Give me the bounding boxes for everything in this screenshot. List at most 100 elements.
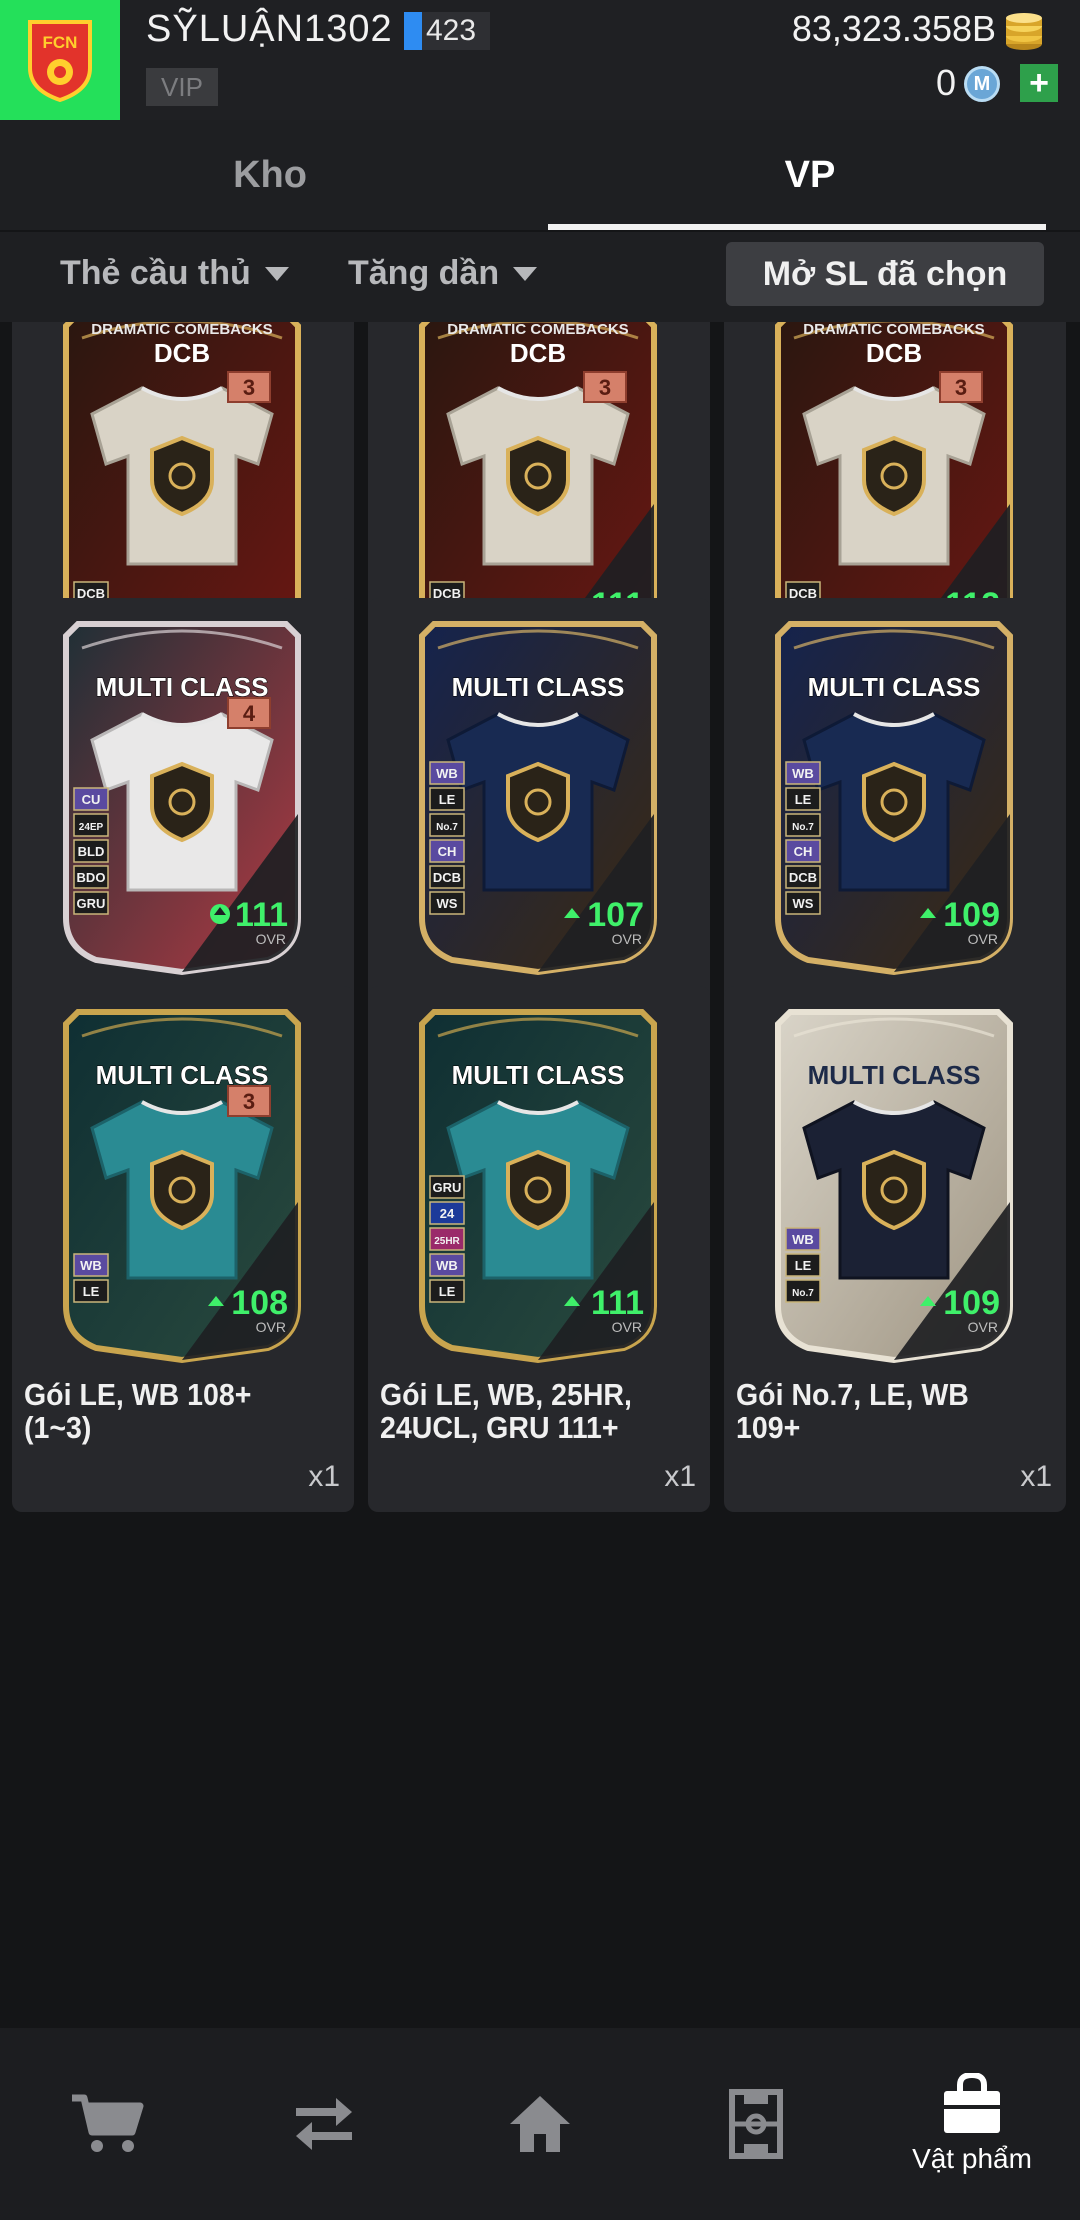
nav-shop[interactable]: [0, 2028, 216, 2220]
position-label: No.7: [436, 822, 458, 833]
nav-items-label: Vật phẩm: [912, 2143, 1032, 2174]
position-label: WB: [792, 766, 814, 781]
card-image: MULTI CLASS WB LE No.7 CH DCB WS 107 OVR: [416, 618, 660, 976]
card-title: MULTI CLASS: [808, 672, 981, 702]
ovr-label: OVR: [256, 1319, 286, 1335]
top-bar: FCN SỸLUẬN1302 423 VIP 83,323.358B 0 M +: [0, 0, 1080, 120]
add-currency-button[interactable]: +: [1020, 64, 1058, 102]
ovr-label: OVR: [612, 931, 642, 947]
position-label: WS: [437, 896, 458, 911]
grade-value: 4: [243, 701, 256, 726]
tab-vp[interactable]: VP: [540, 120, 1080, 230]
position-label: 24: [440, 1206, 455, 1221]
player-card: MULTI CLASS WB LE No.7 109OVR: [775, 1009, 1013, 1364]
club-logo[interactable]: FCN: [0, 0, 120, 120]
filter-bar: Thẻ cầu thủ Tăng dần Mở SL đã chọn: [0, 232, 1080, 322]
position-label: CH: [794, 844, 813, 859]
level-value: 423: [426, 14, 477, 47]
position-label: CH: [438, 844, 457, 859]
shield-emblem-icon: [150, 761, 214, 843]
position-label: WB: [436, 1258, 458, 1273]
item-grid: DRAMATIC COMEBACKSDCB3DCBGói DCB All (1~…: [0, 322, 1080, 2028]
ovr-label: OVR: [968, 1319, 998, 1335]
item-card[interactable]: MULTI CLASS 3 WB LE 108 OVR Gói LE, WB 108+ (1…: [12, 986, 354, 1512]
item-card[interactable]: MULTI CLASS WB LE No.7 109 OVR Gói No.7, LE, W…: [724, 986, 1066, 1512]
player-card: MULTI CLASS3WBLE 108OVR: [63, 1009, 301, 1364]
card-image: MULTI CLASS WB LE No.7 CH DCB WS 109 OVR: [772, 618, 1016, 976]
card-image: MULTI CLASS 3 WB LE 108 OVR: [60, 1006, 304, 1364]
position-label: WB: [792, 1232, 814, 1247]
player-card: MULTI CLASS GRU 24 25HR WB LE 111OVR: [419, 1009, 657, 1364]
shield-emblem-icon: [506, 761, 570, 843]
sort-label: Tăng dần: [348, 254, 500, 292]
m-coin-balance: 0: [935, 62, 956, 103]
card-image: MULTI CLASS 4 CU 24EP BLD BDO GRU 111 OVR: [60, 618, 304, 976]
vip-badge[interactable]: VIP: [146, 68, 218, 106]
ovr-value: 109: [943, 896, 1000, 934]
position-label: No.7: [792, 822, 814, 833]
player-card: MULTI CLASS WB LE No.7 CH DCB WS 109OVR: [775, 621, 1013, 976]
position-label: 24EP: [79, 822, 104, 833]
card-title: DCB: [866, 338, 922, 368]
card-title: DCB: [510, 338, 566, 368]
shield-emblem-icon: [862, 761, 926, 843]
ovr-label: OVR: [256, 931, 286, 947]
card-header: DRAMATIC COMEBACKS: [803, 322, 984, 338]
item-name: Gói LE, WB, 25HR, 24UCL, GRU 111+: [380, 1377, 632, 1445]
caret-down-icon: [264, 266, 289, 281]
position-label: WB: [80, 1258, 102, 1273]
position-label: LE: [439, 792, 456, 807]
type-filter-dropdown[interactable]: Thẻ cầu thủ: [60, 254, 289, 293]
tab-bar: Kho VP: [0, 120, 1080, 230]
position-label: CU: [82, 792, 101, 807]
position-label: LE: [795, 1258, 812, 1273]
card-title: MULTI CLASS: [452, 1060, 625, 1090]
card-image: MULTI CLASS GRU 24 25HR WB LE 111 OVR: [416, 1006, 660, 1364]
item-card[interactable]: MULTI CLASS GRU 24 25HR WB LE 111 OVR Gói LE, WB…: [368, 986, 710, 1512]
svg-text:FCN: FCN: [43, 33, 78, 52]
pitch-icon: [729, 2089, 783, 2159]
coin-balance: 83,323.358B: [791, 8, 996, 49]
coin-stack-icon: [1002, 12, 1046, 57]
item-name: Gói LE, WB 108+ (1~3): [24, 1377, 252, 1445]
card-header: DRAMATIC COMEBACKS: [447, 322, 628, 338]
app-root: { "profile":{"name":"SỸLUẬN1302","level"…: [0, 0, 1080, 2220]
nav-transfer[interactable]: [216, 2028, 432, 2220]
position-label: 25HR: [434, 1236, 460, 1247]
cart-icon: [72, 2094, 144, 2152]
card-title: MULTI CLASS: [808, 1060, 981, 1090]
nav-items[interactable]: Vật phẩm: [864, 2028, 1080, 2220]
nav-squad[interactable]: [648, 2028, 864, 2220]
tab-kho[interactable]: Kho: [0, 120, 540, 230]
sort-dropdown[interactable]: Tăng dần: [348, 254, 538, 293]
bag-icon: [944, 2073, 1000, 2133]
item-quantity: x1: [308, 1460, 340, 1493]
grade-value: 3: [243, 375, 255, 400]
username: SỸLUẬN1302: [146, 8, 393, 50]
position-label: WB: [436, 766, 458, 781]
shield-emblem-icon: [862, 435, 926, 517]
shield-emblem-icon: [150, 435, 214, 517]
caret-down-icon: [513, 266, 538, 281]
card-title: MULTI CLASS: [452, 672, 625, 702]
grade-value: 3: [955, 375, 967, 400]
ovr-value: 107: [587, 896, 644, 934]
position-label: BDO: [77, 870, 106, 885]
position-label: LE: [83, 1284, 100, 1299]
ovr-value: 111: [591, 1284, 644, 1322]
position-label: GRU: [433, 1180, 462, 1195]
open-selected-button[interactable]: Mở SL đã chọn: [726, 242, 1044, 306]
nav-home[interactable]: [432, 2028, 648, 2220]
card-header: DRAMATIC COMEBACKS: [91, 322, 272, 338]
player-card: MULTI CLASS WB LE No.7 CH DCB WS 107OVR: [419, 621, 657, 976]
grade-value: 3: [243, 1089, 255, 1114]
shield-emblem-icon: [150, 1149, 214, 1231]
position-label: WS: [793, 896, 814, 911]
ovr-value: 108: [231, 1284, 288, 1322]
bottom-nav: Vật phẩm: [0, 2028, 1080, 2220]
position-label: GRU: [77, 896, 106, 911]
transfer-icon: [296, 2098, 352, 2150]
shield-emblem-icon: [506, 1149, 570, 1231]
m-coin-icon: M: [964, 66, 1000, 102]
position-label: BLD: [78, 844, 105, 859]
